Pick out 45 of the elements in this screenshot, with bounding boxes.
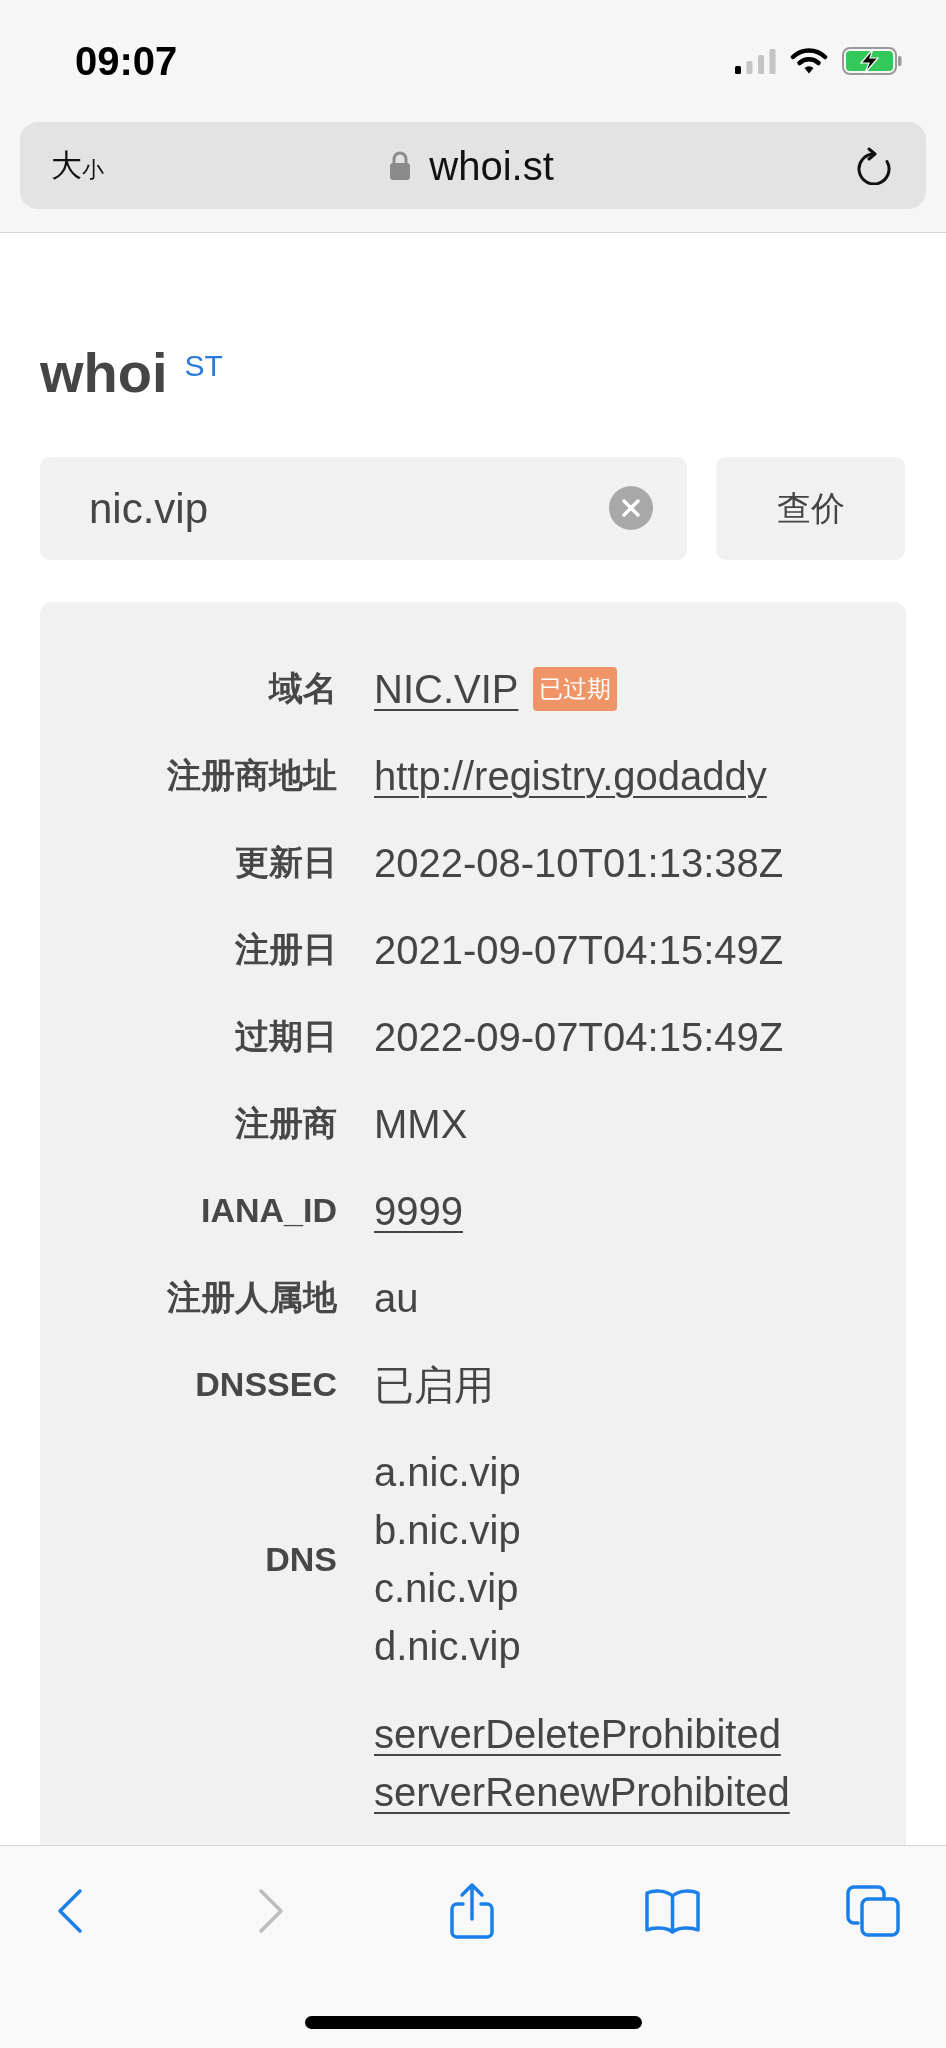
battery-charging-icon	[842, 47, 902, 75]
field-value: b.nic.vip	[374, 1507, 521, 1554]
field-label: 域名	[269, 668, 337, 709]
field-value: 2022-08-10T01:13:38Z	[374, 839, 784, 887]
chevron-right-icon	[256, 1888, 285, 1934]
field-label: 注册商地址	[167, 755, 337, 796]
field-link[interactable]: http://registry.godaddy	[374, 745, 767, 806]
field-link[interactable]: serverRenewProhibited	[374, 1762, 790, 1822]
reload-button[interactable]	[856, 146, 892, 185]
field-label: 更新日	[235, 842, 337, 883]
price-check-button[interactable]: 查价	[716, 457, 905, 560]
chevron-left-icon	[56, 1888, 84, 1934]
clear-button[interactable]	[609, 486, 653, 530]
field-link[interactable]: NIC.VIP	[374, 658, 519, 719]
field-value: 2022-09-07T04:15:49Z	[374, 1013, 784, 1061]
field-label: 注册日	[235, 929, 337, 970]
field-label: 过期日	[235, 1016, 337, 1057]
field-label: DNS	[265, 1538, 337, 1580]
clear-icon	[609, 486, 653, 530]
book-icon	[643, 1887, 701, 1935]
field-label: 注册人属地	[167, 1277, 337, 1318]
field-value: MMX	[374, 1100, 468, 1148]
field-value: 2021-09-07T04:15:49Z	[374, 926, 784, 974]
share-icon	[448, 1882, 495, 1940]
field-value: d.nic.vip	[374, 1623, 521, 1670]
signal-icon	[735, 48, 776, 74]
url-text[interactable]: whoi.st	[429, 145, 554, 186]
tabs-icon	[845, 1884, 901, 1938]
field-label: IANA_ID	[200, 1190, 337, 1231]
logo-suffix: ST	[184, 351, 223, 381]
field-value: au	[374, 1274, 419, 1322]
wifi-icon	[790, 48, 828, 74]
field-value: a.nic.vip	[374, 1449, 521, 1496]
field-link[interactable]: 9999	[374, 1180, 463, 1241]
status-badge: 已过期	[533, 666, 618, 711]
field-value: c.nic.vip	[374, 1565, 519, 1612]
status-time: 09:07	[75, 38, 178, 85]
field-label: 注册商	[235, 1103, 337, 1144]
field-label: DNSSEC	[195, 1364, 337, 1405]
logo-text: whoi	[40, 345, 168, 401]
field-link[interactable]: serverDeleteProhibited	[374, 1704, 781, 1764]
field-value: 已启用	[374, 1361, 494, 1409]
text-size-button[interactable]: 大小	[51, 150, 104, 181]
search-field[interactable]: nic.vip	[40, 457, 687, 560]
reload-icon	[856, 146, 892, 185]
